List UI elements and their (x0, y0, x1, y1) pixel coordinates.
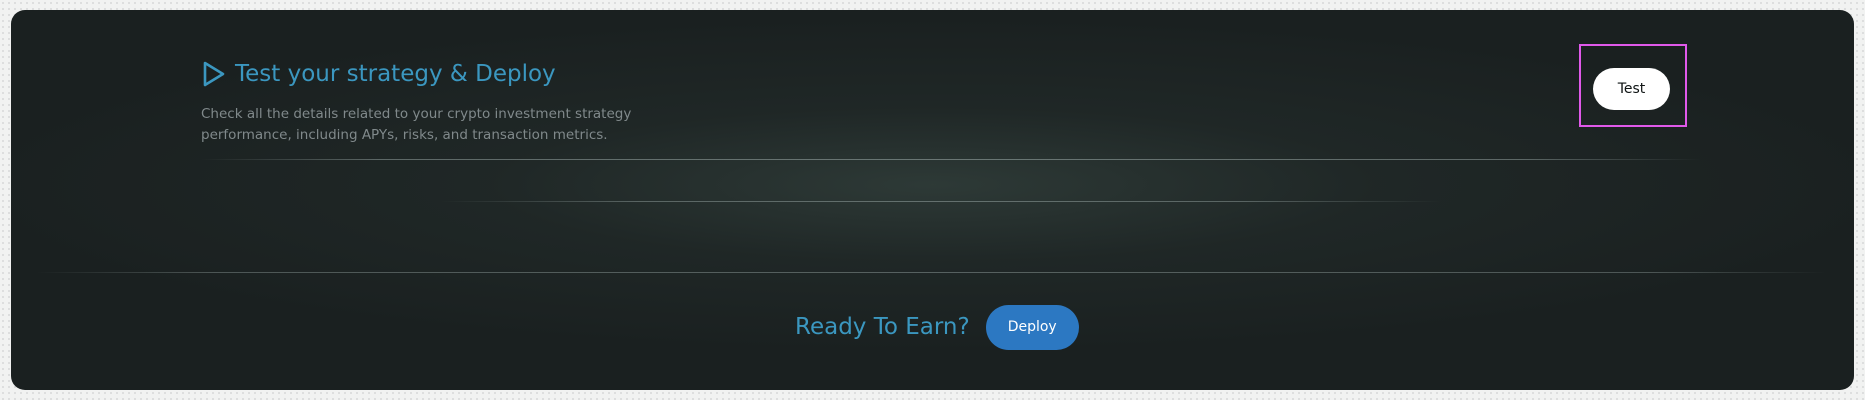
deploy-button[interactable]: Deploy (985, 304, 1079, 350)
section-description: Check all the details related to your cr… (201, 106, 632, 143)
deploy-cta: Ready To Earn? Deploy (795, 304, 1079, 350)
title-row: Test your strategy & Deploy (201, 50, 1101, 98)
play-icon (201, 59, 227, 89)
divider (201, 159, 1701, 160)
divider (441, 201, 1441, 202)
cta-label: Ready To Earn? (795, 314, 970, 340)
section-title: Test your strategy & Deploy (235, 61, 556, 87)
test-button[interactable]: Test (1593, 68, 1670, 110)
divider (36, 272, 1826, 273)
strategy-panel: Test your strategy & Deploy Check all th… (11, 10, 1854, 390)
section-header: Test your strategy & Deploy Check all th… (201, 50, 1101, 146)
